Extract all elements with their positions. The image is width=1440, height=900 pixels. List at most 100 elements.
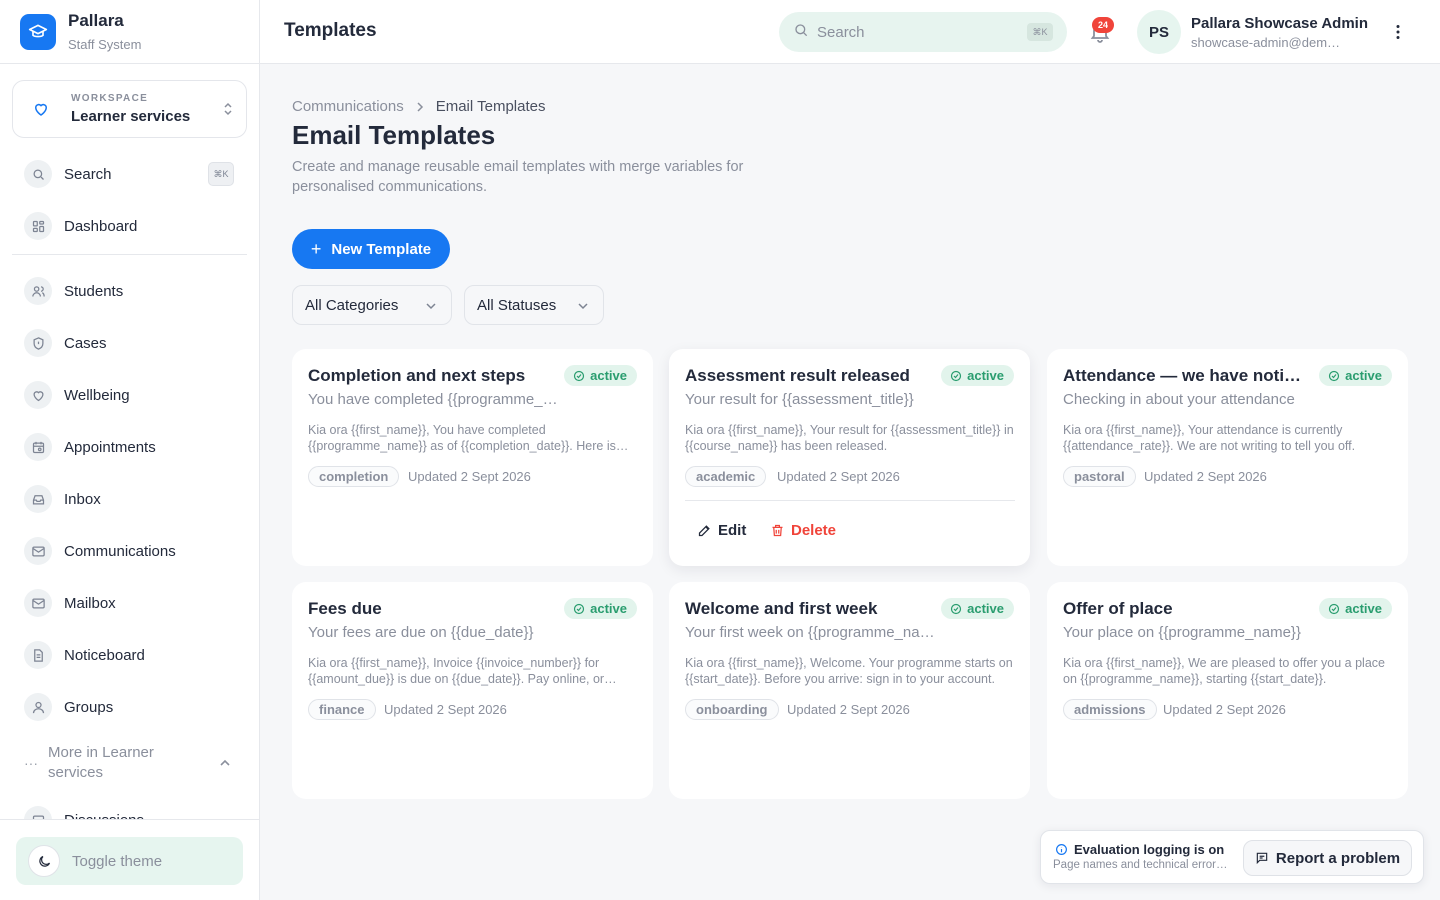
status-badge: active (1319, 598, 1392, 619)
breadcrumb-link[interactable]: Communications (292, 98, 404, 115)
sidebar-item-cases[interactable]: Cases (24, 328, 236, 358)
template-card[interactable]: Attendance — we have noticed active Chec… (1047, 349, 1408, 566)
sidebar-item-wellbeing[interactable]: Wellbeing (24, 380, 236, 410)
template-body: Kia ora {{first_name}}, Invoice {{invoic… (308, 656, 605, 686)
status-badge: active (941, 598, 1014, 619)
top-bar: Templates Search ⌘K 24 PS Pallara Showca… (260, 0, 1440, 64)
status-badge: active (564, 365, 637, 386)
sidebar-item-groups[interactable]: Groups (24, 692, 236, 722)
category-tag: admissions (1063, 699, 1157, 720)
template-card[interactable]: Welcome and first week active Your first… (669, 582, 1030, 799)
sidebar-scroll-clip: Discussions (0, 800, 259, 820)
sidebar-item-label: Groups (64, 698, 114, 716)
sidebar: Pallara Staff System WORKSPACE Learner s… (0, 0, 260, 900)
sidebar-item-label: Mailbox (64, 594, 116, 612)
plus-icon: + (310, 238, 322, 259)
feedback-widget: Evaluation logging is on Page names and … (1040, 830, 1424, 884)
more-vertical-icon[interactable] (1388, 22, 1408, 42)
new-template-button[interactable]: + New Template (292, 229, 450, 269)
heart-icon (31, 99, 51, 119)
updated-date: Updated 2 Sept 2026 (1163, 702, 1286, 717)
sidebar-item-discussions[interactable]: Discussions (24, 805, 236, 820)
report-problem-button[interactable]: Report a problem (1243, 840, 1412, 876)
status-badge-label: active (967, 601, 1004, 616)
toggle-theme-button[interactable]: Toggle theme (16, 837, 243, 885)
edit-button[interactable]: Edit (697, 522, 746, 539)
workspace-value: Learner services (71, 108, 191, 125)
delete-button[interactable]: Delete (770, 522, 836, 539)
sidebar-item-label: Students (64, 282, 124, 300)
updated-date: Updated 2 Sept 2026 (777, 469, 900, 484)
category-filter[interactable]: All Categories (292, 285, 452, 325)
sidebar-item-dashboard[interactable]: Dashboard (24, 211, 236, 241)
user-icon (24, 693, 52, 721)
template-subject: You have completed {{programme_name}} (308, 391, 558, 408)
template-title: Fees due (308, 599, 382, 618)
check-circle-icon (1329, 603, 1340, 614)
divider (685, 500, 1015, 501)
check-circle-icon (951, 603, 962, 614)
check-circle-icon (574, 370, 585, 381)
template-subject: Checking in about your attendance (1063, 391, 1295, 408)
sidebar-item-communications[interactable]: Communications (24, 536, 236, 566)
sidebar-item-label: Cases (64, 334, 107, 352)
user-name: Pallara Showcase Admin (1191, 15, 1369, 32)
feedback-subtitle: Page names and technical errors are reco… (1053, 859, 1229, 871)
sidebar-more-toggle[interactable]: ··· More in Learner services (24, 742, 236, 784)
brand-subtitle: Staff System (68, 37, 142, 52)
more-dots-icon: ··· (24, 755, 38, 771)
page-title: Email Templates (292, 120, 496, 150)
template-card[interactable]: Assessment result released active Your r… (669, 349, 1030, 566)
template-title: Offer of place (1063, 599, 1173, 618)
notification-badge: 24 (1092, 17, 1114, 33)
chevron-up-icon (218, 756, 232, 775)
category-filter-value: All Categories (305, 296, 399, 314)
workspace-switcher[interactable]: WORKSPACE Learner services (12, 80, 247, 138)
chevron-right-icon (416, 101, 424, 112)
brand-name: Pallara (68, 11, 124, 30)
report-problem-label: Report a problem (1275, 849, 1401, 867)
sidebar-item-inbox[interactable]: Inbox (24, 484, 236, 514)
template-card[interactable]: Completion and next steps active You hav… (292, 349, 653, 566)
user-email: showcase-admin@demo.pallara.nz (1191, 35, 1347, 50)
message-icon (1256, 852, 1268, 865)
users-icon (24, 277, 52, 305)
sidebar-item-search[interactable]: Search ⌘K (24, 159, 236, 189)
sidebar-item-noticeboard[interactable]: Noticeboard (24, 640, 236, 670)
sidebar-item-students[interactable]: Students (24, 276, 236, 306)
inbox-icon (24, 485, 52, 513)
sidebar-item-label: Wellbeing (64, 386, 130, 404)
sidebar-item-label: Dashboard (64, 217, 138, 235)
check-circle-icon (951, 370, 962, 381)
sidebar-item-appointments[interactable]: Appointments (24, 432, 236, 462)
status-badge: active (941, 365, 1014, 386)
status-filter-value: All Statuses (477, 296, 557, 314)
template-card[interactable]: Offer of place active Your place on {{pr… (1047, 582, 1408, 799)
template-title: Attendance — we have noticed (1063, 366, 1303, 385)
grid-icon (24, 212, 52, 240)
calendar-icon (24, 433, 52, 461)
status-filter[interactable]: All Statuses (464, 285, 604, 325)
page-description: Create and manage reusable email templat… (292, 159, 744, 195)
info-icon (1056, 844, 1067, 855)
status-badge: active (1319, 365, 1392, 386)
status-badge-label: active (1345, 601, 1382, 616)
sidebar-item-label: Noticeboard (64, 646, 145, 664)
sidebar-item-label: Inbox (64, 490, 101, 508)
avatar[interactable]: PS (1137, 10, 1181, 54)
chat-icon (24, 806, 52, 820)
sidebar-item-label: Search (64, 165, 112, 183)
updated-date: Updated 2 Sept 2026 (1144, 469, 1267, 484)
moon-icon (28, 845, 60, 877)
search-input[interactable]: Search ⌘K (779, 12, 1067, 52)
brand: Pallara Staff System (0, 0, 259, 64)
divider (12, 254, 247, 255)
template-subject: Your place on {{programme_name}} (1063, 624, 1301, 641)
status-badge: active (564, 598, 637, 619)
check-circle-icon (1329, 370, 1340, 381)
template-title: Completion and next steps (308, 366, 526, 385)
user-info[interactable]: Pallara Showcase Admin showcase-admin@de… (1191, 15, 1371, 50)
sidebar-item-mailbox[interactable]: Mailbox (24, 588, 236, 618)
template-card[interactable]: Fees due active Your fees are due on {{d… (292, 582, 653, 799)
template-subject: Your result for {{assessment_title}} (685, 391, 914, 408)
